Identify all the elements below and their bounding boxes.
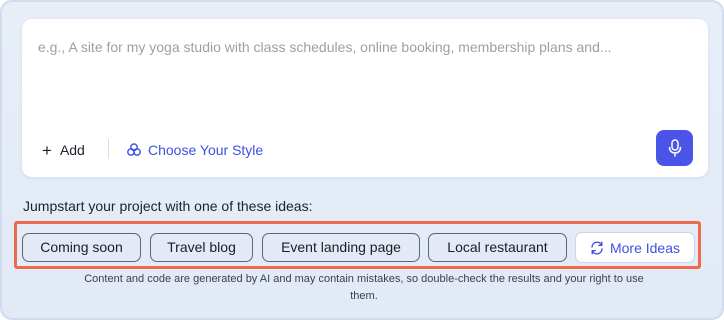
idea-chip-event-landing-page[interactable]: Event landing page [262, 233, 420, 262]
more-ideas-label: More Ideas [609, 239, 681, 256]
microphone-icon [667, 139, 683, 157]
toolbar-divider [108, 139, 109, 159]
choose-style-label: Choose Your Style [148, 142, 264, 158]
refresh-icon [590, 241, 604, 255]
choose-style-button[interactable]: Choose Your Style [126, 139, 263, 161]
add-button-label: Add [59, 142, 85, 158]
prompt-card: + Add Choose Your Style [22, 19, 708, 177]
plus-icon: + [42, 140, 52, 160]
palette-icon [126, 142, 142, 158]
add-button[interactable]: + Add [42, 139, 85, 161]
ai-site-generator-panel: + Add Choose Your Style [0, 0, 724, 320]
idea-chip-coming-soon[interactable]: Coming soon [22, 233, 141, 262]
idea-chip-travel-blog[interactable]: Travel blog [150, 233, 253, 262]
prompt-input[interactable] [38, 39, 678, 109]
idea-chip-local-restaurant[interactable]: Local restaurant [428, 233, 567, 262]
ideas-heading: Jumpstart your project with one of these… [23, 198, 313, 214]
microphone-button[interactable] [656, 130, 693, 166]
ai-disclaimer: Content and code are generated by AI and… [84, 273, 644, 302]
more-ideas-button[interactable]: More Ideas [575, 232, 695, 263]
